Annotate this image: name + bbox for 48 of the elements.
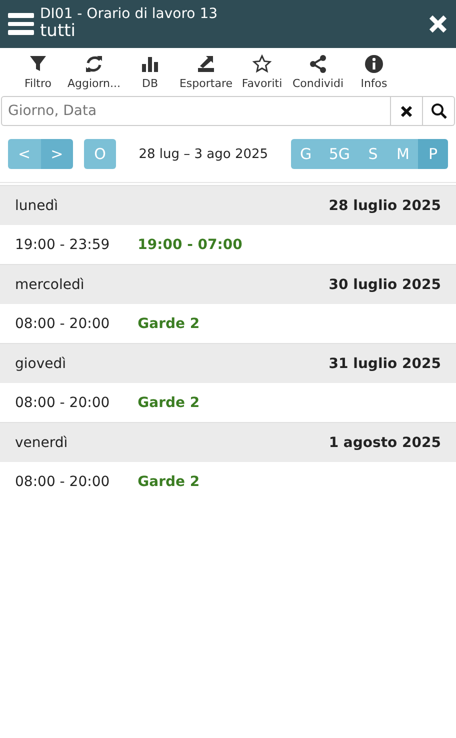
weekday: venerdì [15, 434, 68, 450]
share-icon [308, 54, 328, 74]
toolbar-button[interactable]: Favoriti [234, 54, 290, 90]
date: 28 luglio 2025 [328, 198, 441, 214]
close-icon[interactable] [428, 14, 448, 34]
chart-icon [140, 54, 160, 74]
toolbar-button[interactable]: Aggiorn... [66, 54, 122, 90]
window-title: DI01 - Orario di lavoro 13 [40, 6, 219, 22]
view-tab[interactable]: M [388, 139, 418, 169]
clear-button[interactable] [391, 96, 423, 126]
menu-icon[interactable] [8, 12, 34, 36]
search-button[interactable] [423, 96, 455, 126]
refresh-icon [84, 54, 104, 74]
weekday: lunedì [15, 198, 58, 214]
toolbar-button[interactable]: Condividi [290, 54, 346, 90]
shift-label: Garde 2 [138, 316, 200, 332]
view-tab[interactable]: G [290, 139, 321, 169]
view-tab[interactable]: S [358, 139, 388, 169]
time-range: 08:00 - 20:00 [15, 474, 110, 490]
info-icon [364, 54, 384, 74]
shift-label: Garde 2 [138, 474, 200, 490]
date: 31 luglio 2025 [328, 356, 441, 372]
next-button[interactable]: > [40, 139, 74, 169]
time-range: 08:00 - 20:00 [15, 316, 110, 332]
date: 1 agosto 2025 [328, 434, 441, 450]
toolbar-button[interactable]: DB [122, 54, 178, 90]
today-button[interactable]: O [84, 139, 116, 169]
shift-label: Garde 2 [138, 394, 200, 410]
time-range: 08:00 - 20:00 [15, 394, 110, 410]
close-icon [400, 104, 413, 118]
view-tab[interactable]: 5G [320, 139, 358, 169]
view-tab[interactable]: P [418, 139, 448, 169]
filter-icon [28, 54, 48, 74]
search-icon [430, 103, 446, 119]
window-subtitle: tutti [40, 22, 76, 42]
weekday: mercoledì [15, 276, 84, 292]
weekday: giovedì [15, 356, 66, 372]
search-field[interactable]: Giorno, Data [1, 96, 391, 126]
toolbar-button[interactable]: Infos [346, 54, 402, 90]
toolbar-button[interactable]: Esportare [178, 54, 234, 90]
shift-label: 19:00 - 07:00 [138, 236, 242, 252]
date-range: 28 lug – 3 ago 2025 [138, 146, 270, 162]
time-range: 19:00 - 23:59 [15, 236, 110, 252]
star-icon [252, 54, 272, 74]
toolbar-button[interactable]: Filtro [10, 54, 66, 90]
previous-button[interactable]: < [8, 139, 41, 169]
export-icon [196, 54, 216, 74]
date: 30 luglio 2025 [328, 276, 441, 292]
